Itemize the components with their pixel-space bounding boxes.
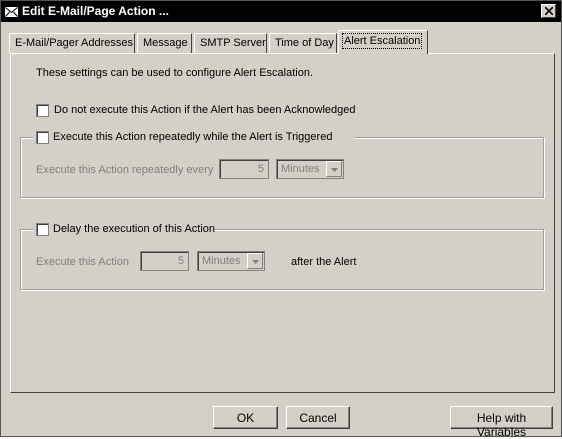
dialog-window: Edit E-Mail/Page Action ... E-Mail/Pager… bbox=[0, 0, 562, 439]
tab-panel-alert-escalation: These settings can be used to configure … bbox=[10, 53, 555, 393]
intro-text: These settings can be used to configure … bbox=[36, 67, 313, 79]
tab-label: E-Mail/Pager Addresses bbox=[15, 37, 133, 49]
delay-row-label: Execute this Action bbox=[36, 256, 129, 268]
tab-message[interactable]: Message bbox=[137, 33, 192, 53]
cancel-button[interactable]: Cancel bbox=[286, 406, 350, 429]
repeat-interval-input[interactable]: 5 bbox=[219, 159, 269, 179]
delay-checkbox-label[interactable]: Delay the execution of this Action bbox=[53, 223, 215, 235]
tab-email-pager-addresses[interactable]: E-Mail/Pager Addresses bbox=[9, 33, 135, 53]
tab-label: Alert Escalation bbox=[341, 33, 423, 49]
delay-unit-select[interactable]: Minutes bbox=[197, 251, 265, 271]
envelope-icon bbox=[5, 6, 18, 17]
repeat-checkbox-label[interactable]: Execute this Action repeatedly while the… bbox=[53, 131, 332, 143]
help-variables-button[interactable]: Help with Variables bbox=[450, 406, 553, 439]
close-icon bbox=[545, 7, 553, 15]
chevron-down-icon bbox=[331, 168, 338, 172]
repeat-unit-select[interactable]: Minutes bbox=[276, 159, 344, 179]
dropdown-button[interactable] bbox=[247, 253, 263, 269]
tab-label: Time of Day bbox=[275, 37, 334, 49]
ack-checkbox-label[interactable]: Do not execute this Action if the Alert … bbox=[54, 104, 355, 116]
repeat-legend: Execute this Action repeatedly while the… bbox=[33, 130, 355, 146]
tab-time-of-day[interactable]: Time of Day bbox=[269, 33, 337, 53]
tab-smtp-server[interactable]: SMTP Server bbox=[194, 33, 267, 53]
title-bar[interactable]: Edit E-Mail/Page Action ... bbox=[1, 1, 561, 22]
tab-alert-escalation[interactable]: Alert Escalation bbox=[338, 30, 428, 54]
tab-label: SMTP Server bbox=[200, 37, 266, 49]
repeat-row-label: Execute this Action repeatedly every bbox=[36, 164, 214, 176]
chevron-down-icon bbox=[252, 260, 259, 264]
ok-button[interactable]: OK bbox=[213, 406, 278, 429]
select-value: Minutes bbox=[202, 255, 241, 267]
dropdown-button[interactable] bbox=[326, 161, 342, 177]
delay-legend: Delay the execution of this Action bbox=[33, 222, 215, 238]
window-title: Edit E-Mail/Page Action ... bbox=[22, 4, 169, 18]
select-value: Minutes bbox=[281, 163, 320, 175]
ack-checkbox[interactable] bbox=[36, 104, 49, 117]
tab-label: Message bbox=[143, 37, 188, 49]
delay-suffix: after the Alert bbox=[291, 256, 357, 268]
delay-input[interactable]: 5 bbox=[140, 251, 189, 271]
repeat-checkbox[interactable] bbox=[36, 131, 49, 144]
delay-checkbox[interactable] bbox=[36, 223, 49, 236]
close-button[interactable] bbox=[541, 4, 556, 18]
